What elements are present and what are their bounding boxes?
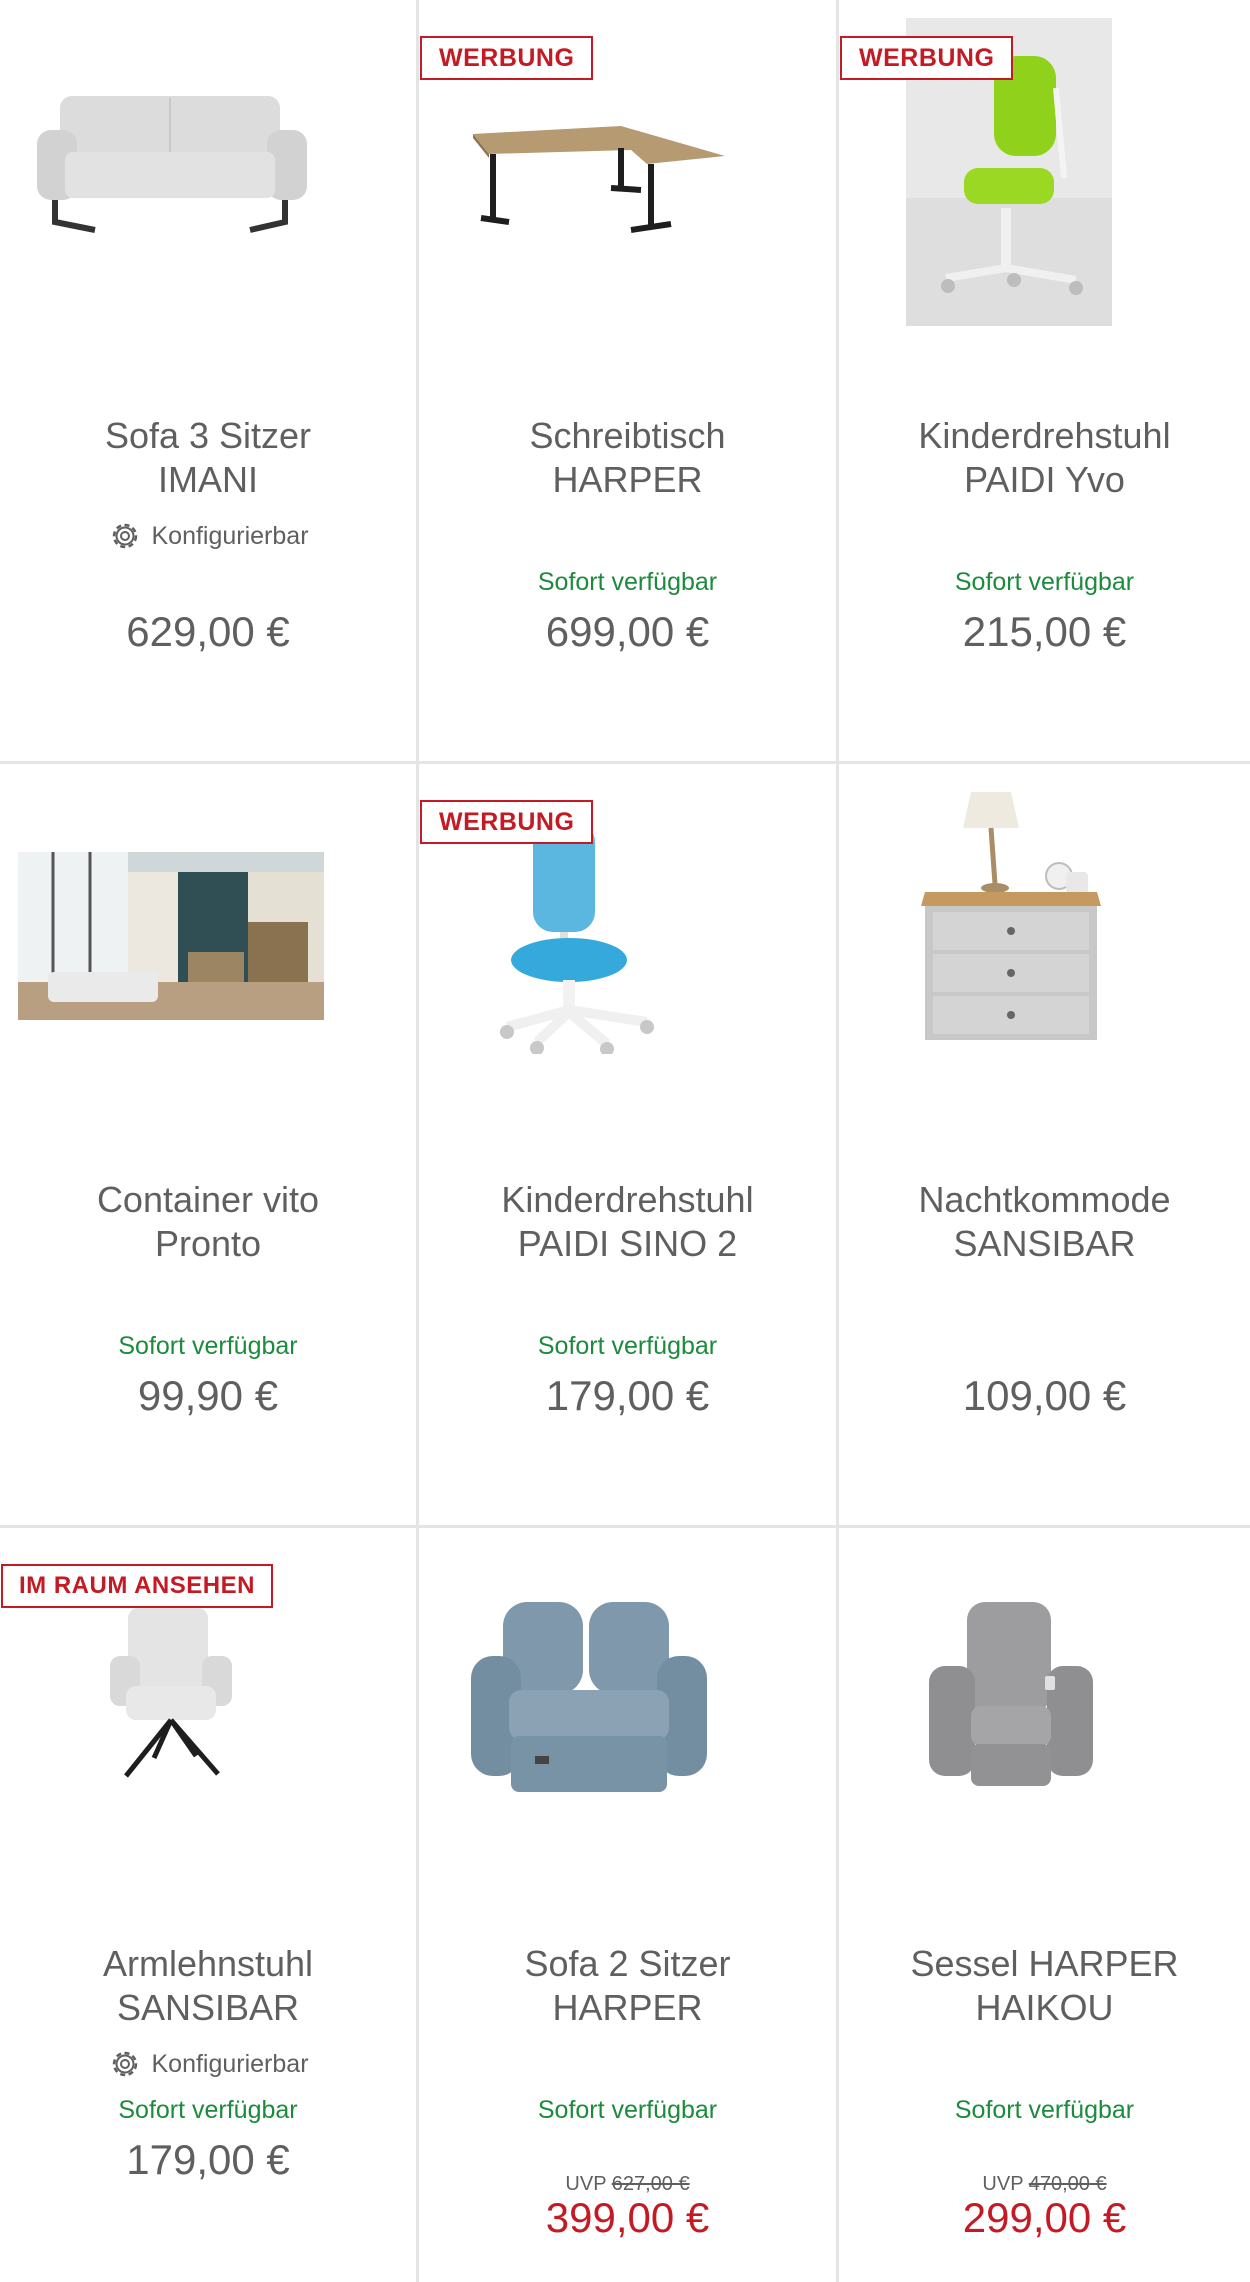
product-price: 179,00 € — [126, 2136, 290, 2183]
product-tile[interactable]: Sofa 2 Sitzer HARPER Sofort verfügbar UV… — [419, 1528, 839, 2282]
recliner-chair-icon — [929, 1602, 1093, 1786]
product-price: 109,00 € — [962, 1372, 1127, 1419]
uvp-original-price: 627,00 € — [611, 2173, 690, 2195]
product-image[interactable] — [419, 1528, 836, 1868]
desk-icon — [473, 126, 725, 233]
product-name[interactable]: Schreibtisch HARPER — [419, 414, 836, 502]
product-name[interactable]: Armlehnstuhl SANSIBAR — [0, 1942, 416, 2030]
werbung-badge: WERBUNG — [420, 36, 594, 80]
availability-label: Sofort verfügbar — [118, 2096, 298, 2124]
product-price: 179,00 € — [545, 1372, 710, 1419]
product-tile[interactable]: IM RAUM ANSEHEN Armlehnstuhl SANSIBAR Ko… — [0, 1528, 419, 2282]
product-name[interactable]: Kinderdrehstuhl PAIDI SINO 2 — [419, 1178, 836, 1266]
child-chair-icon — [500, 822, 654, 1054]
availability-label: Sofort verfügbar — [537, 568, 718, 596]
product-price: 699,00 € — [545, 608, 710, 655]
recliner-sofa-icon — [471, 1602, 707, 1792]
availability-label: Sofort verfügbar — [954, 2096, 1135, 2124]
uvp-price: UVP 470,00 € — [982, 2173, 1107, 2195]
product-name[interactable]: Sofa 2 Sitzer HARPER — [419, 1942, 836, 2030]
product-price: 629,00 € — [126, 608, 290, 655]
nightstand-icon — [921, 792, 1101, 1040]
product-tile[interactable]: Container vito Pronto Sofort verfügbar 9… — [0, 764, 419, 1528]
product-tile[interactable]: WERBUNG Kinderdrehstuhl PAIDI SINO 2 Sof… — [419, 764, 839, 1528]
product-tile[interactable]: WERBUNG Kinderdrehstuhl PAIDI Yvo Sofort… — [839, 0, 1250, 764]
product-image[interactable] — [0, 0, 416, 340]
gear-icon — [113, 523, 138, 549]
sale-price: 399,00 € — [545, 2194, 710, 2241]
uvp-original-price: 470,00 € — [1028, 2173, 1107, 2195]
availability-label: Sofort verfügbar — [537, 1332, 718, 1360]
werbung-badge: WERBUNG — [840, 36, 1014, 80]
product-name[interactable]: Sofa 3 Sitzer IMANI — [0, 414, 416, 502]
availability-label: Sofort verfügbar — [118, 1332, 298, 1360]
product-tile[interactable]: Sofa 3 Sitzer IMANI Konfigurierbar 629,0… — [0, 0, 419, 764]
product-name[interactable]: Container vito Pronto — [0, 1178, 416, 1266]
product-price: 215,00 € — [962, 608, 1127, 655]
product-tile[interactable]: Sessel HARPER HAIKOU Sofort verfügbar UV… — [839, 1528, 1250, 2282]
availability-label: Sofort verfügbar — [954, 568, 1135, 596]
product-image[interactable] — [839, 764, 1250, 1104]
product-name[interactable]: Kinderdrehstuhl PAIDI Yvo — [839, 414, 1250, 502]
availability-label: Sofort verfügbar — [537, 2096, 718, 2124]
gear-icon — [113, 2051, 138, 2077]
werbung-badge: WERBUNG — [420, 800, 594, 844]
product-tile[interactable]: WERBUNG Schreibtisch HARPER Sofort verfü… — [419, 0, 839, 764]
product-image[interactable] — [839, 1528, 1250, 1868]
product-image[interactable] — [0, 764, 416, 1104]
im-raum-ansehen-badge[interactable]: IM RAUM ANSEHEN — [1, 1564, 273, 1608]
room-scene-icon — [18, 852, 324, 1020]
sale-price: 299,00 € — [962, 2194, 1127, 2241]
armchair-icon — [110, 1608, 232, 1778]
uvp-price: UVP 627,00 € — [565, 2173, 690, 2195]
product-price: 99,90 € — [137, 1372, 279, 1419]
product-name[interactable]: Nachtkommode SANSIBAR — [839, 1178, 1250, 1266]
product-grid: Sofa 3 Sitzer IMANI Konfigurierbar 629,0… — [0, 0, 1250, 2282]
configurable-label: Konfigurierbar — [0, 2046, 416, 2082]
configurable-label: Konfigurierbar — [0, 518, 416, 554]
product-tile[interactable]: Nachtkommode SANSIBAR 109,00 € — [839, 764, 1250, 1528]
sofa-icon — [37, 96, 307, 233]
product-name[interactable]: Sessel HARPER HAIKOU — [839, 1942, 1250, 2030]
